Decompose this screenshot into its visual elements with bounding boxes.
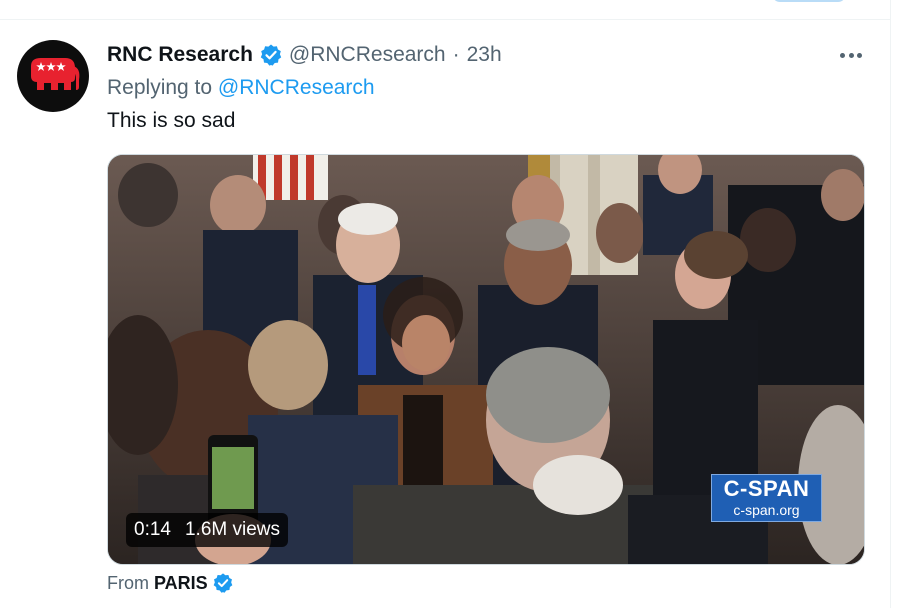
more-options-icon[interactable]	[834, 43, 868, 67]
cspan-watermark-url: c-span.org	[733, 502, 800, 518]
tweet-text: This is so sad	[107, 109, 236, 132]
source-prefix: From	[107, 572, 149, 593]
author-name[interactable]: RNC Research	[107, 43, 253, 67]
tweet-timestamp[interactable]: 23h	[467, 43, 502, 67]
video-player[interactable]: 0:14 1.6M views C-SPAN c-span.org	[107, 154, 865, 565]
tweet-header: RNC Research @RNCResearch · 23h	[107, 41, 502, 69]
timeline-border	[890, 0, 891, 608]
more-dot	[857, 52, 862, 58]
tweet[interactable]: RNC Research @RNCResearch · 23h Replying…	[0, 21, 890, 608]
verified-badge-icon	[212, 572, 234, 594]
cspan-watermark: C-SPAN c-span.org	[711, 474, 822, 522]
media-source-attribution: From PARIS	[107, 572, 234, 594]
more-dot	[848, 52, 854, 58]
replying-to-handle-link[interactable]: @RNCResearch	[218, 76, 375, 99]
verified-badge-icon	[259, 43, 283, 67]
source-account-link[interactable]: PARIS	[154, 573, 208, 594]
previous-tweet-button-edge[interactable]	[772, 0, 846, 2]
cspan-watermark-title: C-SPAN	[723, 476, 810, 501]
rnc-elephant-logo-icon	[31, 58, 80, 90]
previous-tweet-divider	[0, 0, 890, 20]
video-stats-overlay: 0:14 1.6M views	[126, 513, 289, 547]
video-duration: 0:14	[134, 519, 171, 540]
more-dot	[840, 52, 845, 58]
avatar[interactable]	[17, 40, 89, 112]
replying-to-line: Replying to @RNCResearch	[107, 76, 375, 100]
author-handle[interactable]: @RNCResearch	[289, 43, 446, 67]
replying-to-label: Replying to	[107, 76, 213, 99]
video-views: 1.6M views	[184, 519, 281, 540]
header-separator: ·	[452, 43, 460, 66]
